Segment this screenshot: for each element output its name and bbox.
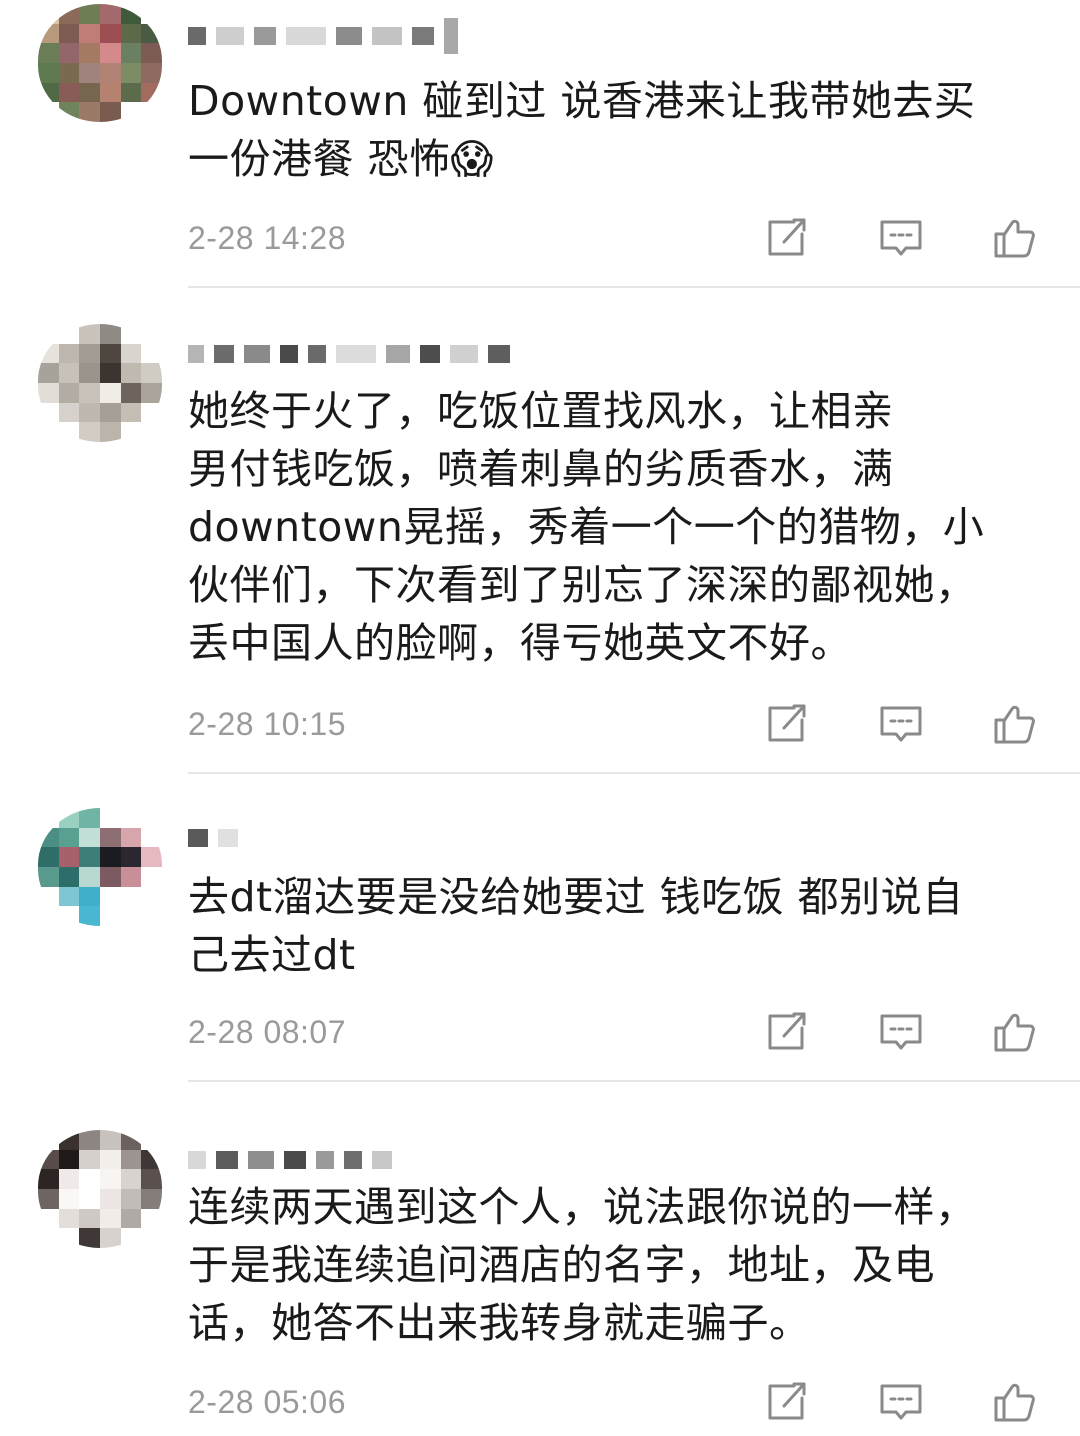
comment-text: Downtown 碰到过 说香港来让我带她去买 一份港餐 恐怖😱 [188,77,976,183]
comment-actions [762,1380,1040,1424]
avatar[interactable] [38,808,162,926]
divider [188,772,1080,774]
comment-icon[interactable] [876,702,926,746]
comment-text: 去dt溜达要是没给她要过 钱吃饭 都别说自 己去过dt [188,873,964,979]
comment-icon[interactable] [876,1380,926,1424]
comment-time: 2-28 05:06 [188,1383,347,1420]
avatar[interactable] [38,1130,162,1248]
comment-text: 连续两天遇到这个人，说法跟你说的一样， 于是我连续追问酒店的名字，地址，及电 话… [188,1183,977,1347]
comment-meta: 2-28 08:07 [188,1012,1040,1052]
comment-icon[interactable] [876,216,926,260]
username-redacted[interactable] [188,340,510,368]
avatar[interactable] [38,324,162,442]
repost-icon[interactable] [762,702,812,746]
comment-actions [762,702,1040,746]
avatar[interactable] [38,4,162,122]
repost-icon[interactable] [762,1380,812,1424]
comment-actions [762,1010,1040,1054]
comment-icon[interactable] [876,1010,926,1054]
username-redacted[interactable] [188,824,238,852]
comment-time: 2-28 14:28 [188,219,347,256]
thumbs-up-icon[interactable] [990,1010,1040,1054]
comment-meta: 2-28 14:28 [188,218,1040,258]
divider [188,1080,1080,1082]
comment-time: 2-28 08:07 [188,1013,347,1050]
thumbs-up-icon[interactable] [990,702,1040,746]
divider [188,286,1080,288]
repost-icon[interactable] [762,216,812,260]
comment-time: 2-28 10:15 [188,705,347,742]
username-redacted[interactable] [188,1146,392,1174]
comment-meta: 2-28 05:06 [188,1382,1040,1422]
comment-actions [762,216,1040,260]
thumbs-up-icon[interactable] [990,216,1040,260]
comment-meta: 2-28 10:15 [188,704,1040,744]
comment-text: 她终于火了，吃饭位置找风水，让相亲 男付钱吃饭，喷着刺鼻的劣质香水，满 down… [188,387,985,667]
thumbs-up-icon[interactable] [990,1380,1040,1424]
repost-icon[interactable] [762,1010,812,1054]
username-redacted[interactable] [188,18,458,54]
